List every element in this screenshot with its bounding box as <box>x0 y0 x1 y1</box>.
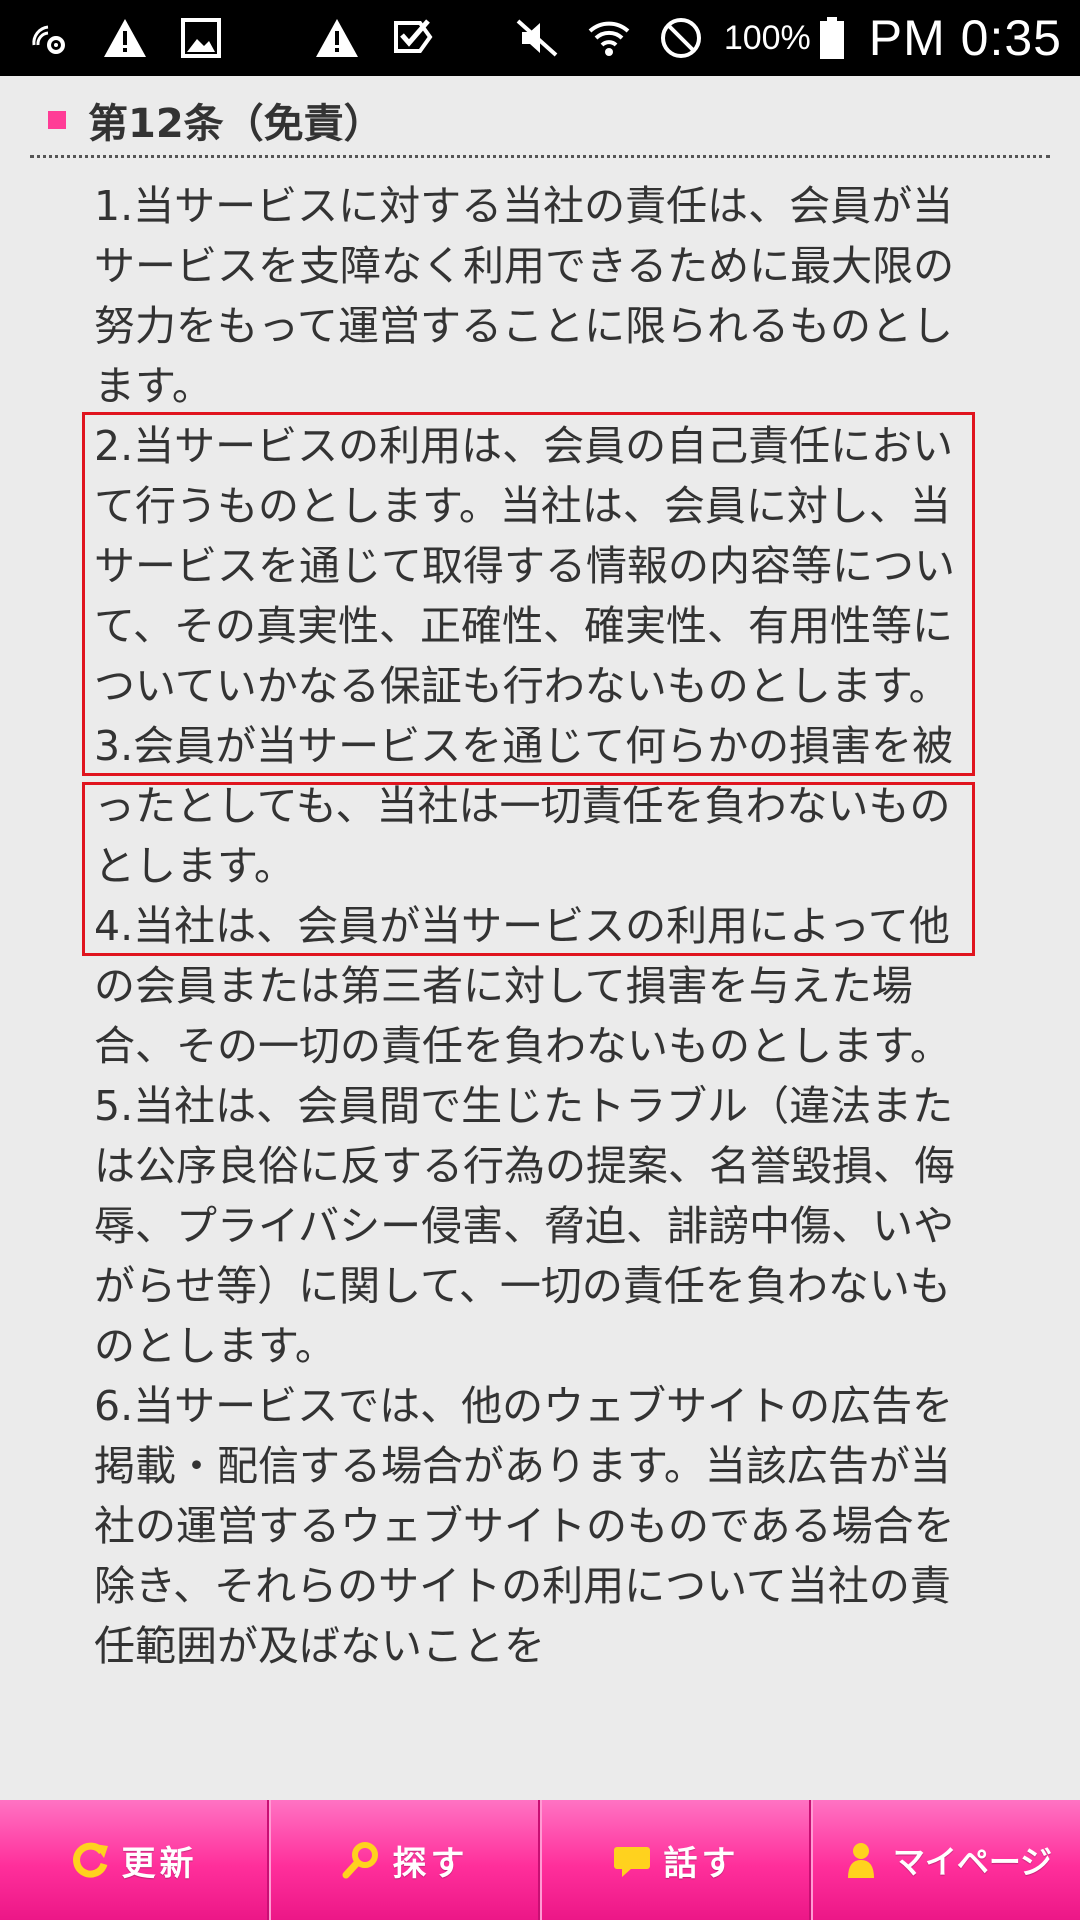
refresh-icon <box>70 1840 110 1880</box>
battery-percent: 100% <box>723 18 811 57</box>
clause-1: 1.当サービスに対する当社の責任は、会員が当サービスを支障なく利用できるために最… <box>94 182 955 410</box>
person-icon <box>841 1840 881 1880</box>
chat-icon <box>612 1840 652 1880</box>
page-title: 第12条（免責） <box>88 100 384 147</box>
warning-icon <box>314 15 360 61</box>
status-bar-notifications <box>26 15 254 61</box>
wifi-icon <box>586 15 632 61</box>
mypage-label: マイページ <box>892 1843 1053 1881</box>
article-heading: 第12条（免責） <box>30 84 1050 158</box>
clause-5: 5.当社は、会員間で生じたトラブル（違法または公序良俗に反する行為の提案、名誉毀… <box>94 1082 955 1370</box>
clause-6: 6.当サービスでは、他のウェブサイトの広告を掲載・配信する場合があります。当該広… <box>94 1382 955 1670</box>
refresh-button[interactable]: 更新 <box>0 1800 269 1920</box>
clause-4: 4.当社は、会員が当サービスの利用によって他の会員または第三者に対して損害を与え… <box>94 902 951 1070</box>
search-icon <box>341 1840 381 1880</box>
talk-label: 話す <box>663 1843 740 1884</box>
battery-icon <box>817 15 847 61</box>
terms-content: 1.当サービスに対する当社の責任は、会員が当サービスを支障なく利用できるために最… <box>94 176 964 1676</box>
status-bar-notifications-2 <box>314 15 466 61</box>
clause-2: 2.当サービスの利用は、会員の自己責任において行うものとします。当社は、会員に対… <box>94 422 955 710</box>
mypage-button[interactable]: マイページ <box>811 1800 1080 1920</box>
talk-button[interactable]: 話す <box>540 1800 811 1920</box>
mute-icon <box>514 15 560 61</box>
no-sim-icon <box>658 15 704 61</box>
image-icon <box>178 15 224 61</box>
clause-3: 3.会員が当サービスを通じて何らかの損害を被ったとしても、当社は一切責任を負わな… <box>94 722 954 890</box>
search-label: 探す <box>392 1843 469 1884</box>
warning-icon <box>102 15 148 61</box>
heading-bullet <box>48 110 66 129</box>
bottom-nav: 更新 探す 話す マイページ <box>0 1800 1080 1920</box>
nfc-gear-icon <box>26 15 72 61</box>
checkmark-icon <box>390 15 436 61</box>
refresh-label: 更新 <box>121 1843 198 1884</box>
clock: PM 0:35 <box>868 10 1062 66</box>
search-button[interactable]: 探す <box>269 1800 540 1920</box>
status-bar: 100% PM 0:35 <box>0 0 1080 76</box>
status-bar-system: 100% PM 0:35 <box>488 9 1062 67</box>
